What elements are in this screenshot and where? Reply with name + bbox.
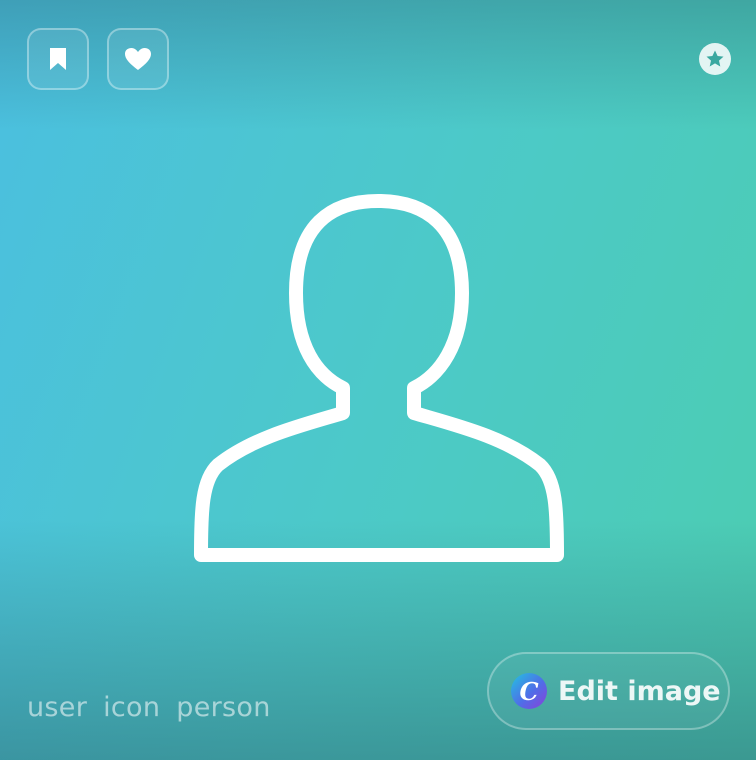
heart-icon — [125, 48, 151, 70]
canva-logo-icon: C — [511, 673, 547, 709]
image-card: user icon person C Edit image — [0, 0, 756, 760]
like-button[interactable] — [107, 28, 169, 90]
edit-image-button[interactable]: C Edit image — [487, 652, 730, 730]
user-outline-icon — [194, 194, 564, 562]
tag-person[interactable]: person — [176, 692, 270, 723]
star-icon — [706, 50, 724, 67]
bookmark-icon — [50, 48, 66, 70]
tag-list: user icon person — [27, 692, 271, 723]
premium-badge — [699, 43, 731, 75]
save-button[interactable] — [27, 28, 89, 90]
tag-icon[interactable]: icon — [103, 692, 160, 723]
tag-user[interactable]: user — [27, 692, 87, 723]
edit-image-label: Edit image — [558, 675, 721, 707]
